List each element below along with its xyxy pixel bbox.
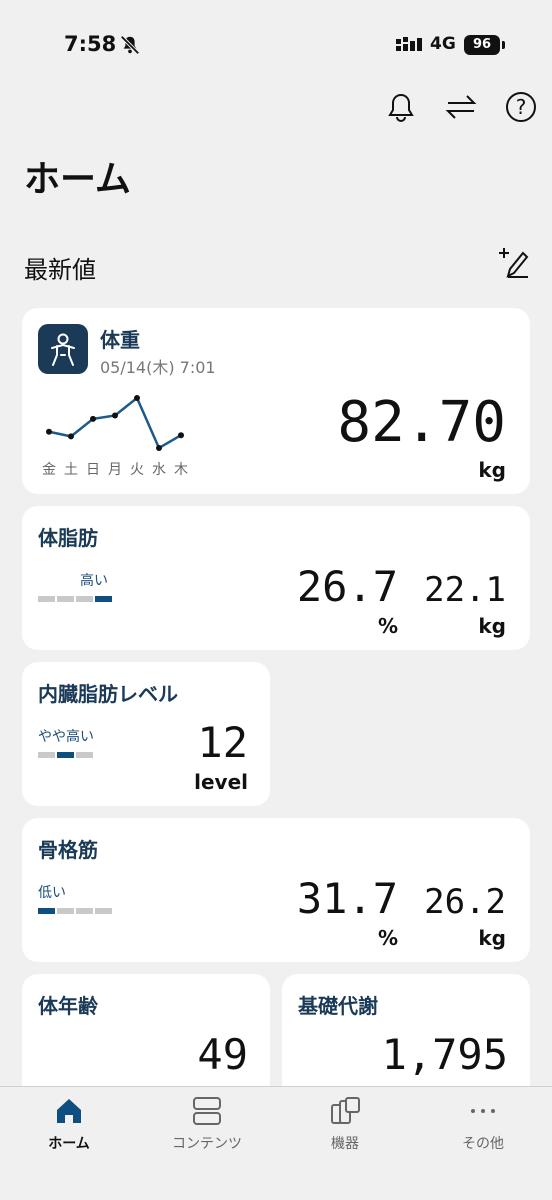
status-bar: 7:58 4G 96	[0, 0, 552, 88]
weight-trend-day-label: 日	[86, 462, 100, 478]
body-age-value: 49	[197, 1030, 248, 1079]
weight-trend-point	[156, 445, 162, 451]
nav-more[interactable]: その他	[414, 1087, 552, 1187]
section-title: 最新値	[24, 256, 96, 284]
weight-trend-day-label: 月	[108, 462, 122, 478]
body-fat-title: 体脂肪	[38, 526, 98, 550]
basal-metabolism-card[interactable]: 基礎代謝 1,795	[282, 974, 530, 1104]
level-segment	[38, 752, 55, 758]
level-segment	[95, 596, 112, 602]
body-fat-percent: 26.7	[296, 562, 398, 611]
level-segment	[57, 908, 74, 914]
body-fat-level: 高い	[80, 573, 108, 589]
nav-home[interactable]: ホーム	[0, 1087, 138, 1187]
nav-contents-label: コンテンツ	[172, 1136, 242, 1152]
weight-unit: kg	[478, 458, 506, 482]
level-segment	[95, 908, 112, 914]
devices-icon	[331, 1097, 360, 1124]
skeletal-muscle-kg-unit: kg	[478, 926, 506, 950]
weight-trend-day-label: 土	[64, 462, 78, 478]
status-time: 7:58	[64, 32, 117, 56]
skeletal-muscle-level: 低い	[38, 885, 66, 901]
skeletal-muscle-card[interactable]: 骨格筋 低い 31.7 % 26.2 kg	[22, 818, 530, 962]
svg-text:?: ?	[516, 95, 527, 119]
level-segment	[76, 596, 93, 602]
home-icon	[57, 1099, 81, 1123]
contents-icon	[193, 1097, 221, 1125]
weight-datetime: 05/14(木) 7:01	[100, 358, 216, 377]
body-fat-card[interactable]: 体脂肪 高い 26.7 % 22.1 kg	[22, 506, 530, 650]
body-fat-percent-unit: %	[377, 614, 398, 638]
weight-trend-point	[46, 428, 52, 435]
battery-level: 96	[464, 35, 500, 55]
level-segment	[38, 596, 55, 602]
weight-trend-point	[178, 432, 184, 439]
body-fat-kg-unit: kg	[478, 614, 506, 638]
body-fat-kg: 22.1	[424, 570, 506, 610]
weight-trend-chart: 金土日月火水木	[42, 395, 188, 478]
level-segment	[57, 752, 74, 758]
weight-trend-line	[48, 396, 182, 450]
basal-metabolism-title: 基礎代謝	[298, 994, 378, 1018]
basal-metabolism-value: 1,795	[381, 1030, 508, 1079]
nav-devices-label: 機器	[331, 1136, 359, 1152]
skeletal-muscle-title: 骨格筋	[38, 838, 98, 862]
bottom-nav: ホーム コンテンツ 機器 その他	[0, 1086, 552, 1200]
visceral-fat-level: やや高い	[38, 729, 94, 745]
weight-trend-point	[134, 395, 140, 401]
help-icon[interactable]: ?	[504, 90, 538, 124]
body-icon	[38, 324, 88, 374]
weight-trend-point	[68, 433, 74, 440]
bell-off-icon	[120, 35, 140, 55]
skeletal-muscle-percent: 31.7	[296, 874, 398, 923]
weight-value: 82.70	[337, 390, 506, 455]
visceral-fat-unit: level	[194, 770, 248, 794]
body-age-title: 体年齢	[38, 994, 98, 1018]
add-edit-icon[interactable]	[496, 246, 530, 280]
level-segment	[38, 908, 55, 914]
weight-trend-point	[112, 412, 118, 419]
weight-trend-day-label: 水	[152, 462, 166, 478]
more-icon	[471, 1109, 495, 1113]
signal-icon	[396, 37, 422, 51]
weight-card[interactable]: 体重 05/14(木) 7:01 金土日月火水木 82.70 kg	[22, 308, 530, 494]
level-segment	[76, 908, 93, 914]
visceral-fat-value: 12	[197, 718, 248, 767]
weight-trend-day-label: 金	[42, 462, 56, 478]
nav-contents[interactable]: コンテンツ	[138, 1087, 276, 1187]
skeletal-muscle-kg: 26.2	[424, 882, 506, 922]
weight-trend-point	[90, 415, 96, 422]
skeletal-muscle-percent-unit: %	[377, 926, 398, 950]
nav-more-label: その他	[462, 1136, 504, 1152]
visceral-fat-title: 内臓脂肪レベル	[38, 682, 178, 706]
visceral-fat-card[interactable]: 内臓脂肪レベル やや高い 12 level	[22, 662, 270, 806]
sync-icon[interactable]	[444, 90, 478, 124]
network-type: 4G	[430, 34, 456, 54]
level-segment	[57, 596, 74, 602]
bell-icon[interactable]	[384, 90, 418, 124]
body-age-card[interactable]: 体年齢 49	[22, 974, 270, 1104]
page-title: ホーム	[24, 159, 131, 200]
weight-trend-day-label: 火	[130, 462, 144, 478]
nav-devices[interactable]: 機器	[276, 1087, 414, 1187]
weight-trend-day-label: 木	[174, 462, 188, 478]
weight-title: 体重	[100, 328, 140, 352]
level-segment	[76, 752, 93, 758]
nav-home-label: ホーム	[48, 1136, 90, 1152]
battery-cap	[502, 41, 505, 49]
